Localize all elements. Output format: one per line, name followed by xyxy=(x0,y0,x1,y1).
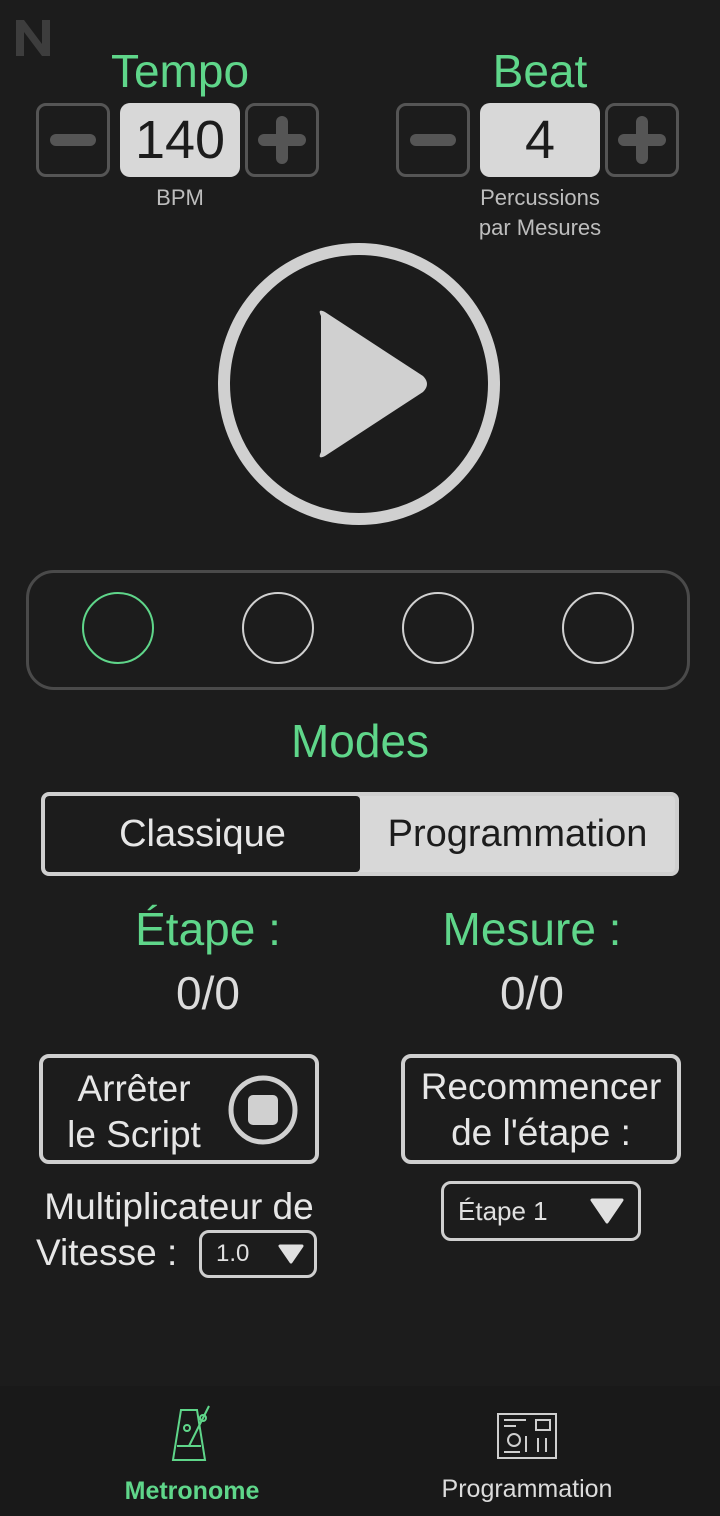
beat-indicator-dot xyxy=(402,592,474,664)
mesure-value: 0/0 xyxy=(500,967,564,1019)
chevron-down-icon xyxy=(278,1244,304,1264)
minus-icon xyxy=(410,134,456,146)
nav-label-metronome: Metronome xyxy=(124,1477,260,1505)
mode-toggle: Classique Programmation xyxy=(41,792,679,876)
stop-script-line1: Arrêter xyxy=(77,1068,191,1109)
beat-increase-button[interactable] xyxy=(605,103,679,177)
metronome-icon xyxy=(171,1405,210,1461)
restart-step-button[interactable]: Recommencer de l'étape : xyxy=(401,1054,681,1164)
tempo-increase-button[interactable] xyxy=(245,103,319,177)
etape-value: 0/0 xyxy=(176,967,240,1019)
modes-title: Modes xyxy=(290,715,430,767)
chevron-down-icon xyxy=(590,1198,624,1224)
tempo-title: Tempo xyxy=(110,45,250,97)
beat-unit-line2: par Mesures xyxy=(478,215,602,240)
mesure-title: Mesure : xyxy=(442,903,622,955)
stop-icon xyxy=(228,1075,298,1145)
speed-select[interactable]: 1.0 xyxy=(199,1230,317,1278)
beat-decrease-button[interactable] xyxy=(396,103,470,177)
speed-select-value: 1.0 xyxy=(216,1240,250,1267)
nav-label-programmation: Programmation xyxy=(441,1475,613,1503)
bottom-nav: Metronome Programmation xyxy=(0,1386,720,1516)
stop-script-line2: le Script xyxy=(67,1114,201,1155)
mode-programmation-button[interactable]: Programmation xyxy=(360,796,675,872)
beat-value[interactable]: 4 xyxy=(480,103,600,177)
speed-label-line2: Vitesse : xyxy=(36,1232,178,1273)
nav-item-programmation[interactable]: Programmation xyxy=(427,1412,627,1504)
tempo-value[interactable]: 140 xyxy=(120,103,240,177)
etape-title: Étape : xyxy=(135,903,281,955)
nav-item-metronome[interactable]: Metronome xyxy=(92,1402,292,1506)
stop-script-button[interactable]: Arrêter le Script xyxy=(39,1054,319,1164)
speed-label-line1: Multiplicateur de xyxy=(44,1186,314,1227)
restart-step-line2: de l'étape : xyxy=(451,1112,631,1153)
beat-indicator-dot xyxy=(242,592,314,664)
plus-icon xyxy=(258,116,306,164)
beat-indicator-dot xyxy=(82,592,154,664)
plus-icon xyxy=(618,116,666,164)
step-select-value: Étape 1 xyxy=(458,1195,548,1226)
play-icon xyxy=(319,310,427,458)
restart-step-line1: Recommencer xyxy=(420,1066,662,1107)
tempo-decrease-button[interactable] xyxy=(36,103,110,177)
circuit-board-icon xyxy=(497,1413,557,1459)
play-button[interactable] xyxy=(217,242,501,526)
step-select[interactable]: Étape 1 xyxy=(441,1181,641,1241)
minus-icon xyxy=(50,134,96,146)
beat-indicator-dot xyxy=(562,592,634,664)
tempo-unit: BPM xyxy=(156,185,204,210)
app-logo-icon xyxy=(16,20,50,56)
mode-classique-button[interactable]: Classique xyxy=(45,796,360,872)
beat-title: Beat xyxy=(492,45,588,97)
beat-unit-line1: Percussions xyxy=(480,185,600,210)
beat-unit: Percussions par Mesures xyxy=(420,183,660,243)
